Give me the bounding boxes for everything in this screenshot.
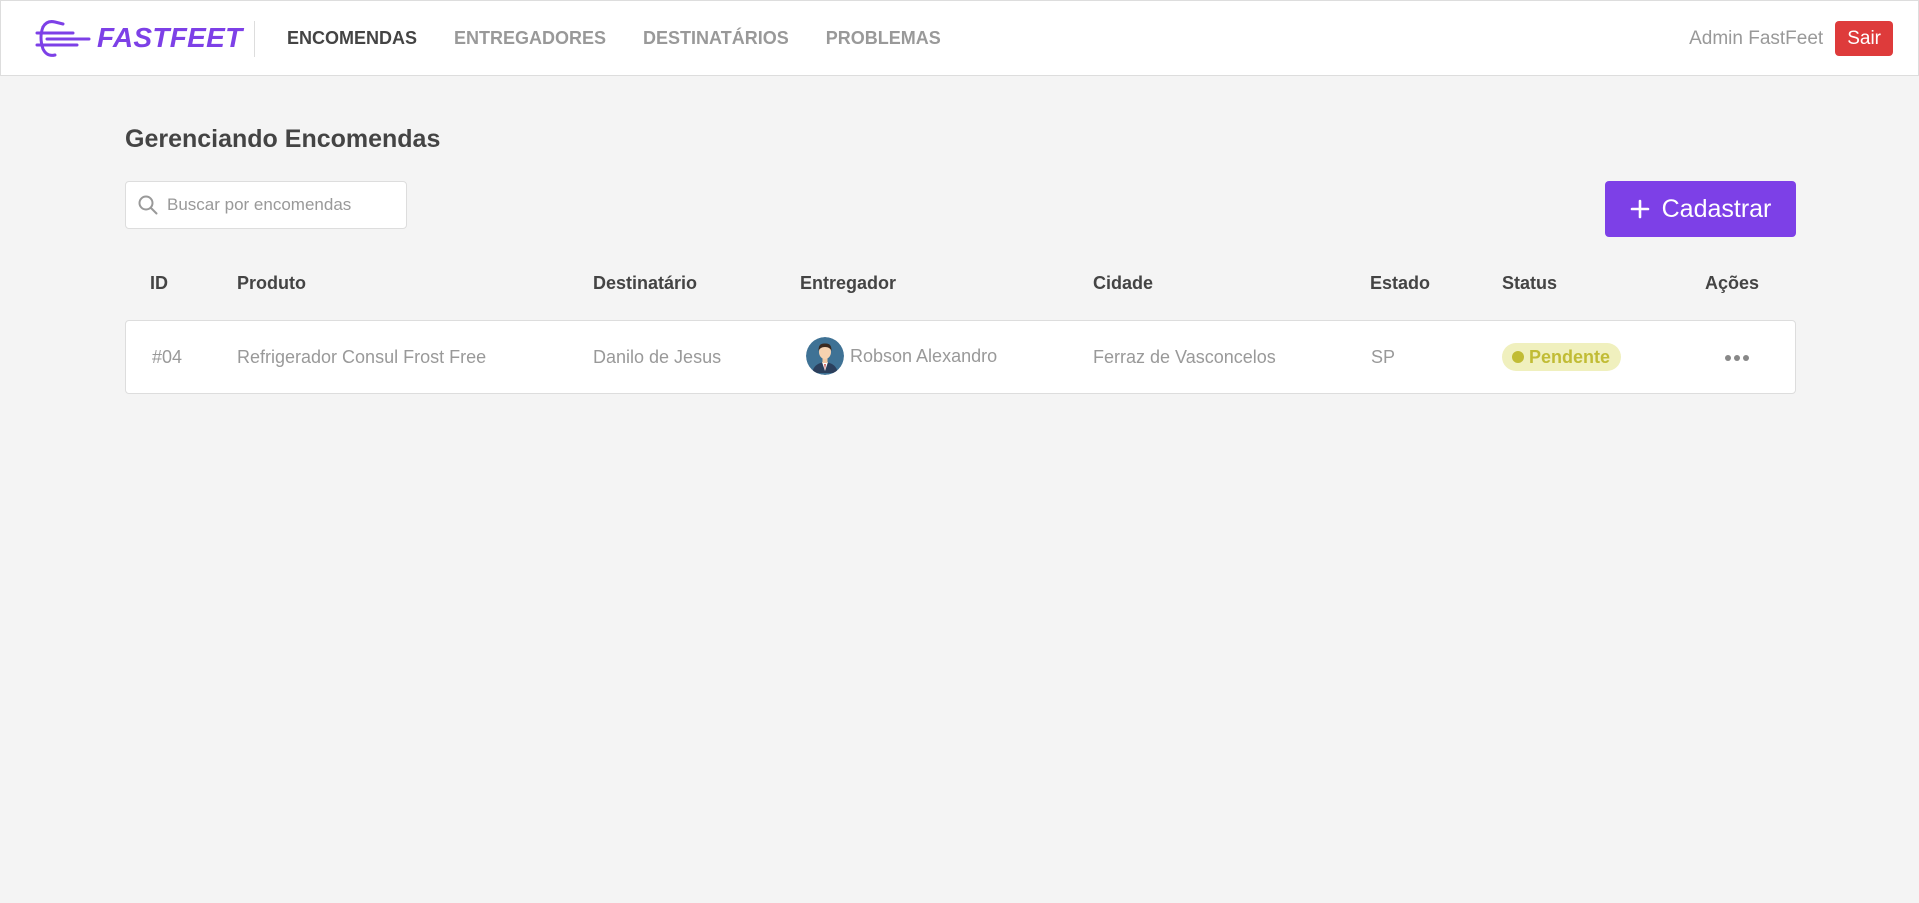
user-name: Admin FastFeet bbox=[1689, 27, 1824, 49]
main-nav: ENCOMENDAS ENTREGADORES DESTINATÁRIOS PR… bbox=[287, 27, 978, 49]
column-header-id: ID bbox=[150, 273, 168, 293]
cell-courier: Robson Alexandro bbox=[806, 337, 997, 375]
column-header-acoes: Ações bbox=[1705, 273, 1760, 293]
user-area: Admin FastFeet Sair bbox=[1689, 21, 1893, 56]
nav-item-problemas[interactable]: PROBLEMAS bbox=[826, 27, 941, 49]
page-title: Gerenciando Encomendas bbox=[125, 125, 441, 153]
nav-item-entregadores[interactable]: ENTREGADORES bbox=[454, 27, 606, 49]
fastfeet-logo[interactable]: FASTFEET bbox=[33, 17, 243, 59]
cell-product: Refrigerador Consul Frost Free bbox=[237, 347, 487, 367]
truck-speed-icon bbox=[35, 20, 91, 57]
column-header-produto: Produto bbox=[237, 273, 306, 293]
search-input[interactable] bbox=[167, 195, 397, 215]
add-order-label: Cadastrar bbox=[1661, 194, 1772, 223]
column-header-entregador: Entregador bbox=[800, 273, 897, 293]
header-divider bbox=[254, 21, 255, 57]
search-icon bbox=[138, 195, 158, 215]
status-dot bbox=[1512, 351, 1524, 363]
cell-city: Ferraz de Vasconcelos bbox=[1093, 347, 1276, 367]
status-badge: Pendente bbox=[1502, 343, 1622, 371]
courier-name: Robson Alexandro bbox=[850, 345, 998, 366]
cell-id: #04 bbox=[152, 347, 183, 367]
logout-button[interactable]: Sair bbox=[1835, 21, 1893, 56]
column-header-destinatario: Destinatário bbox=[593, 273, 698, 293]
table-row: #04 Refrigerador Consul Frost Free Danil… bbox=[125, 320, 1796, 394]
column-header-estado: Estado bbox=[1370, 273, 1431, 293]
cell-state: SP bbox=[1371, 347, 1396, 367]
search-box[interactable] bbox=[125, 181, 407, 229]
avatar bbox=[806, 337, 844, 375]
top-header: FASTFEET ENCOMENDAS ENTREGADORES DESTINA… bbox=[0, 0, 1919, 76]
table-header: ID Produto Destinatário Entregador Cidad… bbox=[125, 273, 1796, 303]
status-text: Pendente bbox=[1529, 346, 1611, 367]
more-actions-icon[interactable] bbox=[1725, 355, 1752, 361]
add-order-button[interactable]: Cadastrar bbox=[1605, 181, 1796, 237]
logo-text: FASTFEET bbox=[97, 22, 243, 53]
cell-recipient: Danilo de Jesus bbox=[593, 347, 722, 367]
nav-item-destinatarios[interactable]: DESTINATÁRIOS bbox=[643, 27, 789, 49]
plus-icon bbox=[1630, 199, 1649, 219]
column-header-cidade: Cidade bbox=[1093, 273, 1154, 293]
column-header-status: Status bbox=[1502, 273, 1558, 293]
nav-item-encomendas[interactable]: ENCOMENDAS bbox=[287, 27, 417, 49]
